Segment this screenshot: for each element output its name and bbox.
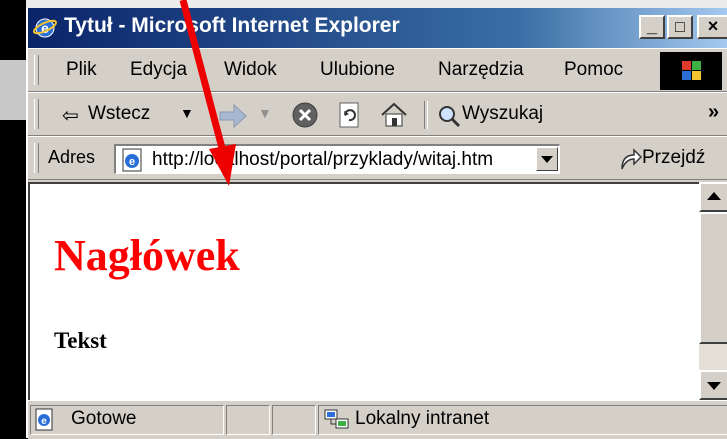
maximize-button[interactable]: □ (667, 15, 693, 39)
menu-file[interactable]: Plik (66, 59, 97, 81)
vertical-scrollbar[interactable] (699, 182, 727, 400)
search-label: Wyszukaj (462, 103, 544, 124)
search-icon (439, 106, 461, 128)
browser-window: e Tytuł - Microsoft Internet Explorer _ … (26, 8, 727, 439)
status-panel-security (272, 405, 316, 435)
toolbar-overflow-chevron[interactable]: » (708, 101, 719, 124)
dropdown-arrow-icon (541, 156, 553, 163)
page-icon: e (122, 148, 142, 172)
status-zone-text: Lokalny intranet (355, 408, 490, 429)
toolbar-grip[interactable] (34, 99, 39, 129)
refresh-icon[interactable] (334, 100, 364, 130)
forward-arrow-icon (219, 103, 247, 129)
menu-edit[interactable]: Edycja (130, 59, 187, 81)
status-panel-zone: Lokalny intranet (318, 405, 727, 435)
search-button[interactable]: Wyszukaj (434, 97, 554, 133)
back-button[interactable]: ⇦ Wstecz ▼ (58, 97, 208, 133)
windows-flag-icon (682, 61, 701, 80)
status-panel-main: e Gotowe (30, 405, 224, 435)
address-input[interactable]: e http://localhost/portal/przyklady/wita… (114, 144, 560, 174)
address-bar: Adres e http://localhost/portal/przyklad… (28, 136, 727, 180)
close-button[interactable]: × (697, 15, 727, 39)
page-content: Nagłówek Tekst (28, 182, 699, 400)
intranet-zone-icon (324, 409, 349, 429)
menu-grip[interactable] (34, 55, 39, 85)
home-icon[interactable] (378, 100, 410, 130)
go-arrow-icon (621, 148, 643, 170)
back-label: Wstecz (88, 103, 151, 124)
svg-text:e: e (41, 416, 47, 427)
background-window-edge (0, 60, 26, 120)
status-text: Gotowe (71, 408, 137, 429)
page-text: Tekst (54, 328, 107, 353)
forward-button[interactable]: ▼ (214, 97, 278, 133)
back-dropdown-icon: ▼ (180, 105, 194, 121)
toolbar-separator (424, 101, 428, 129)
svg-text:e: e (129, 156, 135, 168)
go-button[interactable]: Przejdź (618, 141, 727, 177)
scroll-down-button[interactable] (699, 370, 727, 400)
scroll-down-arrow-icon (707, 382, 721, 390)
minimize-button[interactable]: _ (639, 15, 665, 39)
ie-logo-icon: e (32, 18, 58, 38)
windows-logo-throbber (660, 52, 722, 90)
page-heading: Nagłówek (54, 231, 240, 280)
status-panel-progress (226, 405, 270, 435)
menu-favorites[interactable]: Ulubione (320, 59, 395, 81)
forward-dropdown-icon: ▼ (258, 105, 272, 121)
title-bar[interactable]: e Tytuł - Microsoft Internet Explorer _ … (28, 8, 727, 48)
menu-help[interactable]: Pomoc (564, 59, 623, 81)
address-grip[interactable] (34, 143, 39, 173)
status-page-icon: e (35, 408, 53, 431)
address-dropdown-button[interactable] (536, 147, 558, 171)
menu-bar: Plik Edycja Widok Ulubione Narzędzia Pom… (28, 48, 727, 92)
menu-view[interactable]: Widok (224, 59, 277, 81)
scroll-thumb[interactable] (699, 212, 727, 344)
menu-tools[interactable]: Narzędzia (438, 59, 524, 81)
go-label: Przejdź (642, 147, 706, 168)
stop-icon[interactable] (290, 100, 320, 130)
address-url: http://localhost/portal/przyklady/witaj.… (152, 149, 494, 170)
address-label: Adres (48, 147, 96, 167)
status-bar: e Gotowe Lokalny intranet (28, 400, 727, 439)
scroll-up-button[interactable] (699, 182, 727, 212)
standard-toolbar: ⇦ Wstecz ▼ ▼ Wyszukaj » (28, 92, 727, 136)
window-title: Tytuł - Microsoft Internet Explorer (64, 14, 400, 37)
back-arrow-icon: ⇦ (62, 105, 79, 127)
scroll-up-arrow-icon (707, 192, 721, 200)
